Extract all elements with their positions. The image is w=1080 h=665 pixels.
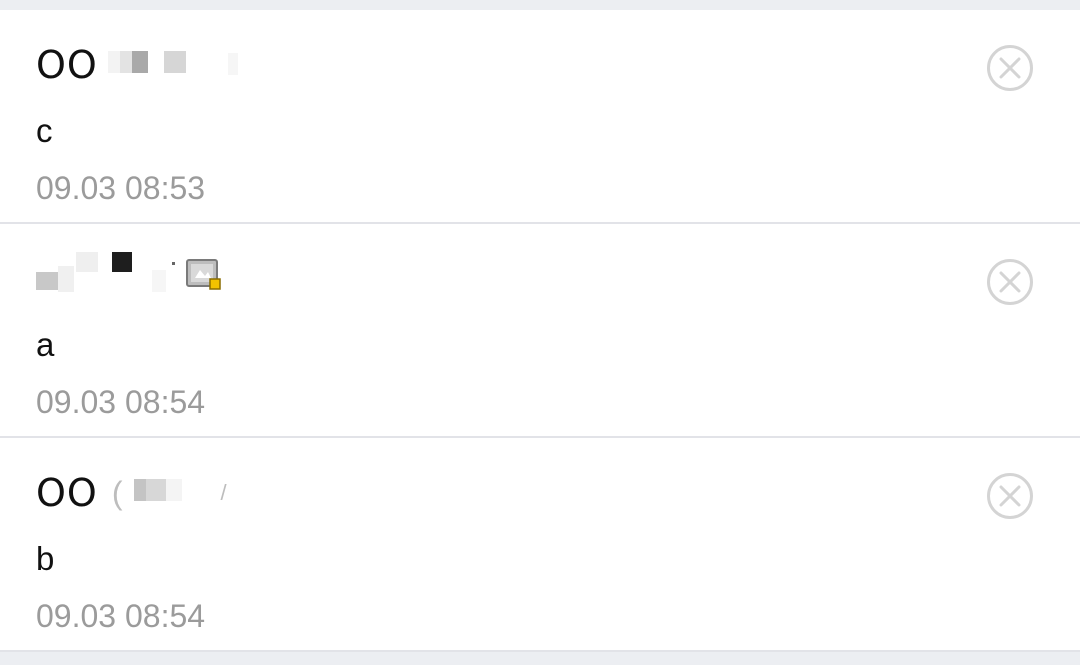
timestamp: 09.03 08:54 [36,598,206,634]
notification-list: OO c 09.03 08:53 a 09.03 08:54 OO (/ b … [0,10,1080,652]
delete-button[interactable] [986,44,1034,92]
message-text: b [36,540,55,577]
list-item[interactable]: a 09.03 08:54 [0,224,1080,438]
message-text: a [36,326,55,363]
sender-line [36,246,221,301]
close-circle-icon [987,45,1033,91]
sender-name: OO [36,471,98,515]
delete-button[interactable] [986,472,1034,520]
sender-paren-close: / [220,480,227,505]
certified-badge-icon [186,258,221,290]
sender-line: OO [36,38,248,92]
timestamp: 09.03 08:53 [36,170,206,206]
sender-line: OO ( / [36,466,231,520]
close-circle-icon [987,259,1033,305]
list-item[interactable]: OO c 09.03 08:53 [0,10,1080,224]
message-text: c [36,112,53,149]
timestamp: 09.03 08:54 [36,384,206,420]
close-circle-icon [987,473,1033,519]
delete-button[interactable] [986,258,1034,306]
sender-name: OO [36,43,98,87]
redacted-name [107,43,248,88]
redacted-name [36,246,186,301]
redacted-name [126,471,216,516]
sender-paren-open: ( [111,475,123,511]
list-item[interactable]: OO ( / b 09.03 08:54 [0,438,1080,652]
